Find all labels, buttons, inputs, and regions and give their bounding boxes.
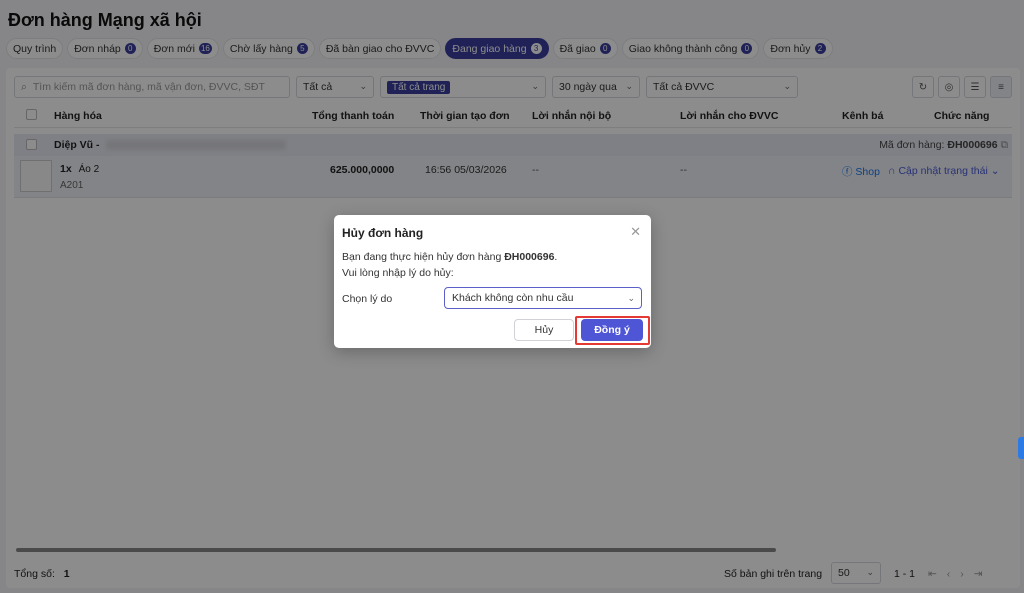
reason-select[interactable]: Khách không còn nhu cầu ⌄ [444, 287, 642, 309]
cancel-button[interactable]: Hủy [514, 319, 574, 341]
reason-label: Chọn lý do [342, 293, 393, 305]
chevron-down-icon: ⌄ [627, 293, 635, 303]
confirm-button[interactable]: Đồng ý [581, 319, 643, 341]
close-icon[interactable]: ✕ [630, 224, 641, 240]
dialog-message: Bạn đang thực hiện hủy đơn hàng ĐH000696… [342, 251, 558, 263]
cancel-order-dialog: Hủy đơn hàng ✕ Bạn đang thực hiện hủy đơ… [334, 215, 651, 348]
dialog-instruction: Vui lòng nhập lý do hủy: [342, 267, 454, 279]
side-tab-handle[interactable] [1018, 437, 1024, 459]
dialog-title: Hủy đơn hàng [342, 226, 424, 240]
